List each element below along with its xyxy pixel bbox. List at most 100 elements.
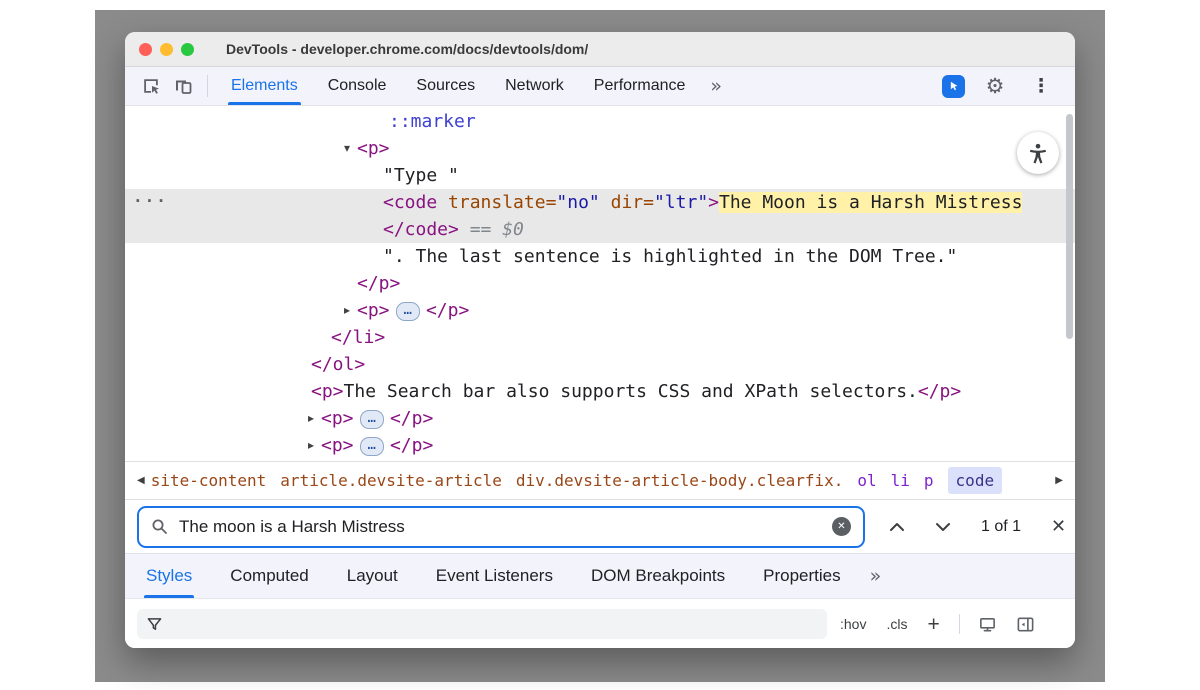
toggle-element-state-button[interactable]: :hov [833, 612, 873, 636]
token-tag: <p> [321, 408, 354, 429]
more-sidebar-tabs-chevron-icon[interactable]: » [860, 565, 892, 587]
zoom-window-button[interactable] [181, 43, 194, 56]
inspect-element-icon[interactable] [135, 71, 167, 101]
accessibility-button[interactable] [1017, 132, 1059, 174]
scrollbar-thumb[interactable] [1066, 114, 1073, 339]
next-result-chevron-icon[interactable] [927, 516, 959, 538]
expand-children-button[interactable]: … [396, 302, 420, 321]
dom-tree-node[interactable]: </p> [125, 270, 1075, 297]
dom-tree-node[interactable]: ▸<p> … </p> [125, 405, 1075, 432]
tab-sources[interactable]: Sources [401, 67, 490, 105]
filterbar-divider [959, 614, 960, 634]
dom-tree-node[interactable]: </li> [125, 324, 1075, 351]
token-tag: </code> [383, 219, 459, 240]
sidebar-tab-dom-breakpoints[interactable]: DOM Breakpoints [591, 554, 725, 598]
dom-tree-node[interactable]: ▾<p> [125, 135, 1075, 162]
search-icon [151, 518, 168, 535]
token-match: The Moon is a Harsh Mistress [719, 192, 1022, 213]
breadcrumb-item-p[interactable]: p [924, 471, 934, 490]
kebab-menu-icon[interactable]: ⋮ [1025, 71, 1057, 101]
previous-result-chevron-icon[interactable] [881, 516, 913, 538]
minimize-window-button[interactable] [160, 43, 173, 56]
token-pseudo: ::marker [389, 111, 476, 132]
dom-tree-node[interactable]: "Type " [125, 162, 1075, 189]
styles-filter-bar: :hov .cls + [125, 599, 1075, 648]
rendering-emulations-icon[interactable] [972, 609, 1004, 639]
token-tag: </p> [390, 408, 433, 429]
dom-tree-node[interactable]: </ol> [125, 351, 1075, 378]
more-panels-chevron-icon[interactable]: » [700, 75, 732, 97]
sidebar-tab-computed[interactable]: Computed [230, 554, 308, 598]
dom-tree-node[interactable]: ···<code translate="no" dir="ltr">The Mo… [125, 189, 1075, 216]
search-box[interactable]: ✕ [137, 506, 865, 548]
sidebar-tab-properties[interactable]: Properties [763, 554, 840, 598]
device-toolbar-icon[interactable] [167, 71, 199, 101]
breadcrumb-bar: ◀ site-content article.devsite-article div… [125, 461, 1075, 500]
breadcrumb: site-content article.devsite-article div.d… [151, 467, 1050, 494]
token-text: "Type " [383, 165, 459, 186]
token-tag: <p> [357, 300, 390, 321]
sidebar-tab-event-listeners[interactable]: Event Listeners [436, 554, 553, 598]
element-classes-button[interactable]: .cls [879, 612, 914, 636]
dom-tree-node[interactable]: <p>The Search bar also supports CSS and … [125, 378, 1075, 405]
sidebar-tab-styles[interactable]: Styles [146, 554, 192, 598]
window-titlebar: DevTools - developer.chrome.com/docs/dev… [125, 32, 1075, 67]
breadcrumb-item-div-devsite-article-body-clearfix[interactable]: div.devsite-article-body.clearfix. [516, 471, 844, 490]
dom-tree-node[interactable]: </code> == $0 [125, 216, 1075, 243]
sidebar-tabs: Styles Computed Layout Event Listeners DOM B… [127, 554, 860, 598]
expand-children-button[interactable]: … [360, 410, 384, 429]
sidebar-tab-layout[interactable]: Layout [347, 554, 398, 598]
new-style-rule-icon[interactable]: + [920, 614, 946, 635]
settings-gear-icon[interactable]: ⚙ [979, 71, 1011, 101]
token-tag: <code [383, 192, 448, 213]
dom-tree-lines: ::marker▾<p>"Type "···<code translate="n… [125, 108, 1075, 459]
style-filter-input[interactable] [137, 609, 827, 639]
search-results-count: 1 of 1 [981, 518, 1021, 536]
search-bar: ✕ 1 of 1 ✕ [125, 500, 1075, 553]
breadcrumb-item-li[interactable]: li [891, 471, 910, 490]
breadcrumb-item-article-devsite-article[interactable]: article.devsite-article [280, 471, 502, 490]
vertical-scrollbar[interactable] [1065, 108, 1074, 459]
dom-tree-panel: ::marker▾<p>"Type "···<code translate="n… [125, 106, 1075, 461]
dom-tree-node[interactable]: ▸<p>…</p> [125, 297, 1075, 324]
breadcrumb-forward-icon[interactable]: ▶ [1049, 471, 1069, 490]
breadcrumb-back-icon[interactable]: ◀ [131, 471, 151, 490]
disclosure-right-icon[interactable]: ▸ [303, 432, 319, 459]
disclosure-right-icon[interactable]: ▸ [339, 297, 355, 324]
disclosure-right-icon[interactable]: ▸ [303, 405, 319, 432]
token-tag: <p> [311, 381, 344, 402]
clear-search-icon[interactable]: ✕ [832, 517, 851, 536]
node-overflow-dots-icon[interactable]: ··· [133, 187, 168, 214]
token-val: "no" [556, 192, 599, 213]
window-title: DevTools - developer.chrome.com/docs/dev… [226, 41, 588, 57]
dom-tree-node[interactable]: ". The last sentence is highlighted in t… [125, 243, 1075, 270]
close-search-icon[interactable]: ✕ [1045, 515, 1072, 538]
tab-performance[interactable]: Performance [579, 67, 701, 105]
breadcrumb-item-site-content[interactable]: site-content [151, 471, 267, 490]
expand-children-button[interactable]: … [360, 437, 384, 456]
breadcrumb-item-ol[interactable]: ol [857, 471, 876, 490]
disclosure-down-icon[interactable]: ▾ [339, 135, 355, 162]
dom-tree-node[interactable]: ::marker [125, 108, 1075, 135]
extension-icon[interactable] [942, 75, 965, 98]
token-muted: == [459, 219, 502, 240]
token-tag: </ol> [311, 354, 365, 375]
devtools-window: DevTools - developer.chrome.com/docs/dev… [125, 32, 1075, 648]
breadcrumb-item-code[interactable]: code [948, 467, 1003, 494]
devtools-toolbar: ElementsConsoleSourcesNetworkPerformance… [125, 67, 1075, 106]
tab-console[interactable]: Console [313, 67, 402, 105]
tab-elements[interactable]: Elements [216, 67, 313, 105]
sidebar-tab-bar: Styles Computed Layout Event Listeners DOM B… [125, 553, 1075, 599]
search-input[interactable] [177, 516, 823, 538]
token-tag: <p> [357, 138, 390, 159]
tab-network[interactable]: Network [490, 67, 579, 105]
token-tag: </li> [331, 327, 385, 348]
toggle-sidebar-panel-icon[interactable] [1010, 609, 1042, 639]
screenshot-canvas: { "colors": { "accent": "#1a73e8", "back… [0, 0, 1200, 690]
token-var: $0 [502, 219, 524, 240]
close-window-button[interactable] [139, 43, 152, 56]
toolbar-right-group: ⚙ ⋮ [942, 71, 1065, 101]
dom-tree-node[interactable]: ▸<p>…</p> [125, 432, 1075, 459]
toolbar-divider [207, 75, 208, 97]
filter-funnel-icon [146, 616, 163, 633]
